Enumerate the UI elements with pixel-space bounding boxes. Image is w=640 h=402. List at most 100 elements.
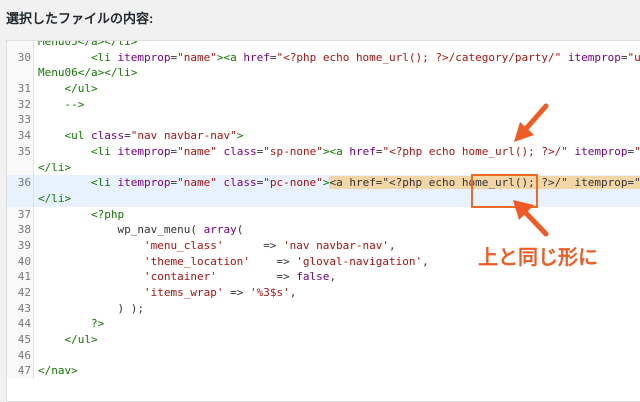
code-token: 'gloval-navigation' bbox=[296, 254, 423, 268]
code-token: "sp-none" bbox=[263, 144, 323, 158]
code-token: "name" bbox=[177, 144, 217, 158]
code-token: itemprop bbox=[117, 176, 171, 190]
line-number-label bbox=[31, 41, 33, 48]
code-line: 42 'items_wrap' => '%3$s', bbox=[7, 285, 640, 301]
code-text: <li itemprop="name" class="pc-none"><a h… bbox=[34, 175, 640, 191]
code-token: </li> bbox=[38, 191, 72, 205]
code-text: ) ); bbox=[34, 301, 144, 317]
code-line: 45 </ul> bbox=[7, 332, 640, 348]
line-number-label: 44 bbox=[17, 317, 31, 331]
code-text: <li itemprop="name"><a href="<?php echo … bbox=[34, 50, 640, 66]
line-number-label: 31 bbox=[17, 82, 31, 96]
code-token: </li> bbox=[38, 160, 72, 174]
code-token: <?php bbox=[90, 207, 125, 221]
line-number: 41 bbox=[7, 269, 34, 285]
code-token: => bbox=[216, 270, 297, 284]
code-token: , bbox=[389, 238, 396, 252]
annotation-text: 上と同じ形に bbox=[478, 247, 598, 269]
code-token: '%3$s' bbox=[249, 286, 290, 299]
line-number: 30 bbox=[7, 49, 34, 66]
line-number-label: 42 bbox=[17, 286, 31, 299]
code-token: ><a bbox=[322, 144, 343, 158]
line-number: 47 bbox=[7, 363, 34, 380]
line-number: 33 bbox=[7, 112, 34, 129]
line-number: 45 bbox=[7, 332, 34, 348]
line-number: 38 bbox=[7, 222, 34, 238]
line-number-label: 40 bbox=[17, 254, 31, 268]
code-text: </li> bbox=[34, 191, 71, 207]
code-token: 'container' bbox=[143, 270, 217, 284]
arrow-up-icon bbox=[513, 200, 549, 237]
line-number: 46 bbox=[7, 347, 34, 364]
line-number: 36 bbox=[7, 175, 34, 191]
line-number-label: 45 bbox=[17, 333, 31, 347]
code-token: false bbox=[296, 270, 330, 284]
code-line: Menu05</a></li> bbox=[7, 40, 640, 50]
code-token: itemprop bbox=[117, 50, 171, 64]
code-token: itemprop bbox=[117, 144, 171, 158]
code-token: "<?php echo home_url(); ?>/category/part… bbox=[276, 50, 562, 64]
code-text: <?php bbox=[34, 207, 124, 223]
code-token: 'nav navbar-nav' bbox=[283, 238, 390, 252]
arrow-down-icon bbox=[514, 103, 549, 142]
line-number-label: 41 bbox=[17, 270, 31, 284]
line-number-label: 35 bbox=[17, 144, 31, 158]
code-token: = bbox=[124, 129, 131, 143]
line-number: 31 bbox=[7, 81, 34, 97]
code-token: ?> bbox=[90, 317, 105, 331]
code-token: "url" bbox=[627, 50, 640, 64]
code-text: </nav> bbox=[34, 363, 78, 379]
code-text: Menu05</a></li> bbox=[34, 40, 138, 50]
line-number-label: 47 bbox=[17, 364, 31, 378]
line-number bbox=[7, 190, 34, 207]
line-number bbox=[7, 159, 34, 176]
file-content-heading: 選択したファイルの内容: bbox=[6, 11, 154, 26]
code-text: ?> bbox=[34, 316, 104, 332]
code-token: "name" bbox=[177, 50, 217, 64]
code-token: Menu05</a></li> bbox=[38, 40, 138, 48]
code-token: </nav> bbox=[38, 364, 78, 378]
code-token: </ul> bbox=[64, 333, 98, 347]
line-number-label: 38 bbox=[17, 223, 31, 237]
line-number-label: 46 bbox=[17, 348, 31, 362]
code-token: </ul> bbox=[64, 82, 98, 96]
code-token: itemprop bbox=[574, 144, 628, 158]
code-line: 43 ) ); bbox=[7, 300, 640, 317]
code-token: ><a bbox=[216, 50, 237, 64]
code-line: 30 <li itemprop="name"><a href="<?php ec… bbox=[7, 49, 640, 66]
code-text: <ul class="nav navbar-nav"> bbox=[34, 128, 244, 144]
code-text: 'menu_class' => 'nav navbar-nav', bbox=[34, 238, 396, 254]
line-number-label: 37 bbox=[17, 207, 31, 221]
line-number-label: 34 bbox=[17, 129, 31, 143]
line-number-label: 39 bbox=[17, 238, 31, 252]
code-line: Menu06</a></li> bbox=[7, 65, 640, 82]
code-text: 'theme_location' => 'gloval-navigation', bbox=[34, 254, 429, 270]
code-line: </li> bbox=[7, 159, 640, 176]
code-token: "pc-none" bbox=[263, 176, 323, 190]
code-token: class bbox=[223, 144, 257, 158]
code-line: 47 </nav> bbox=[7, 363, 640, 380]
code-line: 46 bbox=[7, 347, 640, 364]
code-token: <li bbox=[90, 144, 111, 158]
code-token: wp_nav_menu( bbox=[38, 223, 204, 237]
code-text: 'container' => false, bbox=[34, 269, 336, 285]
line-number-label bbox=[31, 66, 33, 79]
line-number: 32 bbox=[7, 96, 34, 113]
line-number-label bbox=[31, 192, 33, 205]
code-token: => bbox=[249, 254, 297, 268]
code-token: ( bbox=[236, 223, 244, 237]
code-token: , bbox=[289, 286, 297, 299]
code-token: class bbox=[91, 129, 125, 143]
code-token: class bbox=[223, 176, 257, 190]
code-token: array bbox=[203, 223, 237, 237]
code-token: > bbox=[236, 129, 244, 143]
code-token: <li bbox=[90, 50, 111, 64]
